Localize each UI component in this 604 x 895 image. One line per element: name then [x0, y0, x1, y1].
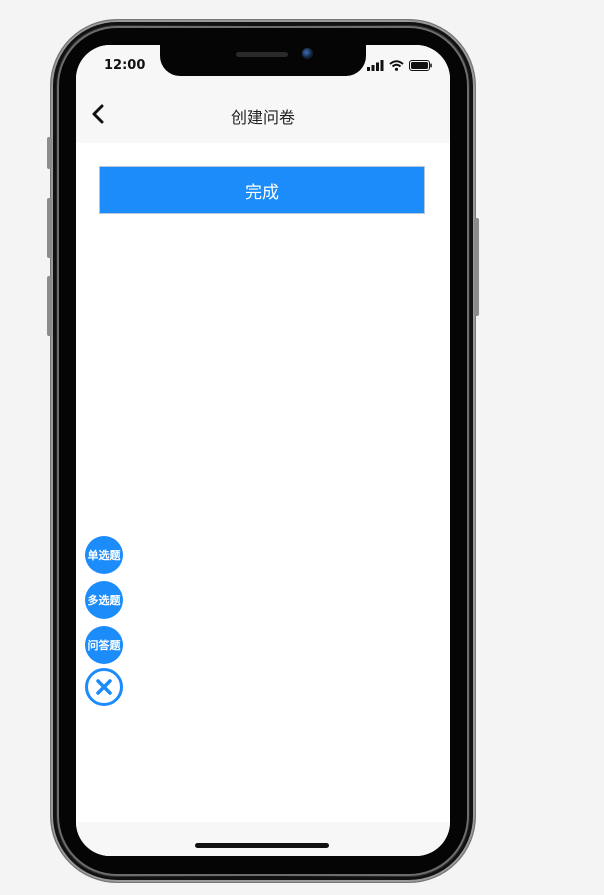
fab-multiple-choice[interactable]: 多选题: [85, 581, 123, 619]
power-button: [474, 218, 479, 316]
speaker-grille: [236, 52, 288, 57]
fab-question-answer[interactable]: 问答题: [85, 626, 123, 664]
notch: [160, 45, 366, 76]
mute-switch: [47, 137, 52, 169]
home-indicator[interactable]: [195, 843, 329, 848]
wifi-icon: [389, 60, 404, 71]
nav-bar: 创建问卷: [76, 85, 450, 143]
front-camera: [302, 48, 313, 59]
page-title: 创建问卷: [230, 108, 295, 127]
done-button[interactable]: 完成: [99, 166, 425, 214]
volume-up-button: [47, 198, 52, 258]
fab-close-button[interactable]: [85, 668, 123, 706]
fab-single-choice[interactable]: 单选题: [85, 536, 123, 574]
close-icon: [96, 679, 112, 695]
bottom-safe-area: [76, 822, 450, 856]
signal-icon: [367, 60, 384, 71]
status-icons: [367, 60, 432, 71]
volume-down-button: [47, 276, 52, 336]
app-screen: 12:00 创建问卷 完成 单选题 多选题 问答题: [76, 45, 450, 856]
status-time: 12:00: [104, 58, 146, 73]
battery-icon: [409, 60, 432, 71]
